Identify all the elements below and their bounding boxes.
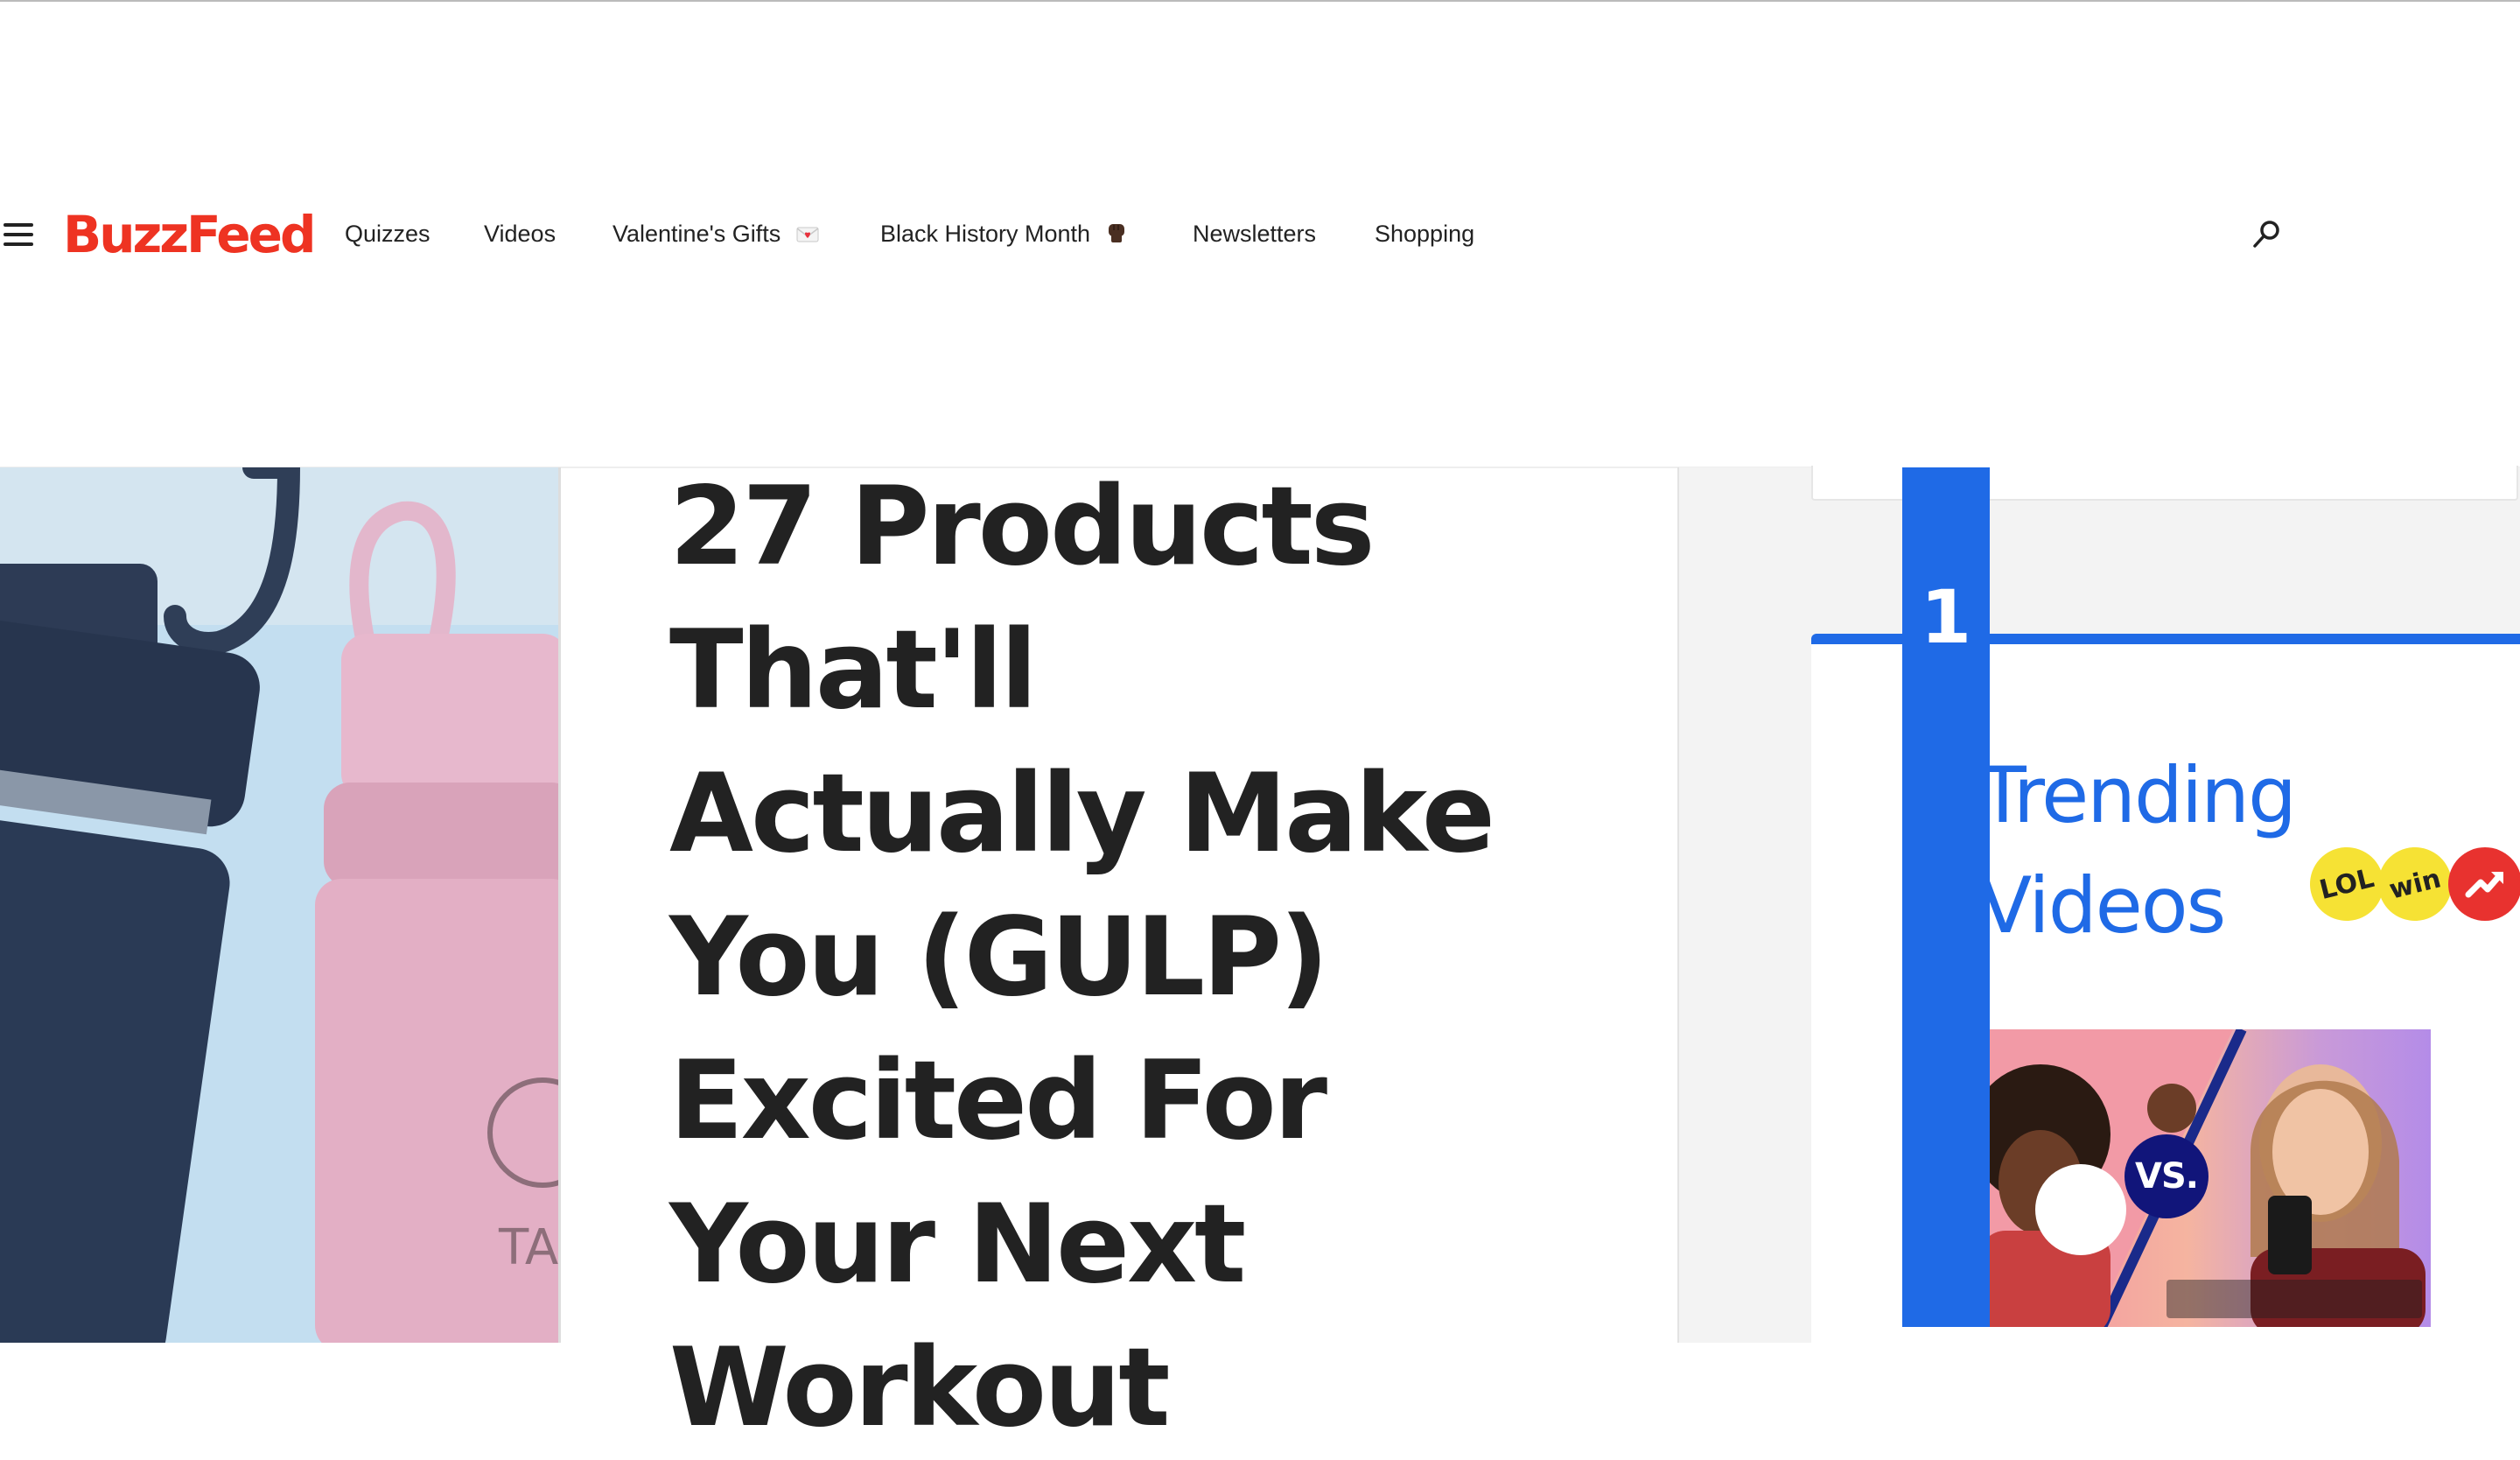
vs-badge: VS. — [2124, 1134, 2208, 1218]
svg-text:TAK: TAK — [498, 1219, 560, 1276]
video-caption-bar — [2166, 1280, 2422, 1318]
menu-icon[interactable] — [4, 223, 33, 246]
nav-item-black-history-month[interactable]: Black History Month — [880, 217, 1127, 252]
search-icon[interactable] — [2249, 217, 2284, 252]
nav-item-newsletters[interactable]: Newsletters — [1193, 217, 1316, 250]
nav-item-videos[interactable]: Videos — [484, 217, 556, 250]
hero-divider — [558, 467, 561, 1343]
article-headline[interactable]: 27 Products That'll Actually Make You (G… — [669, 455, 1544, 1460]
nav-item-shopping[interactable]: Shopping — [1375, 217, 1474, 250]
love-letter-icon — [796, 219, 819, 252]
nav-item-valentines-gifts[interactable]: Valentine's Gifts — [612, 217, 819, 252]
play-button[interactable] — [2035, 1164, 2126, 1255]
article-hero-image[interactable]: TAK — [0, 467, 560, 1343]
browser-top-border — [0, 0, 2520, 2]
nav-item-label: Valentine's Gifts — [612, 221, 781, 247]
trending-videos-title[interactable]: Trending Videos — [1979, 741, 2382, 961]
sidebar-divider — [1677, 467, 1679, 1343]
rank-number: 1 — [1920, 574, 1972, 660]
nav-item-quizzes[interactable]: Quizzes — [345, 217, 430, 250]
nav-item-label: Black History Month — [880, 221, 1091, 247]
trending-arrow-icon — [2448, 847, 2520, 921]
raised-fist-icon — [1106, 219, 1127, 252]
buzzfeed-logo[interactable]: BuzzFeed — [63, 200, 316, 270]
